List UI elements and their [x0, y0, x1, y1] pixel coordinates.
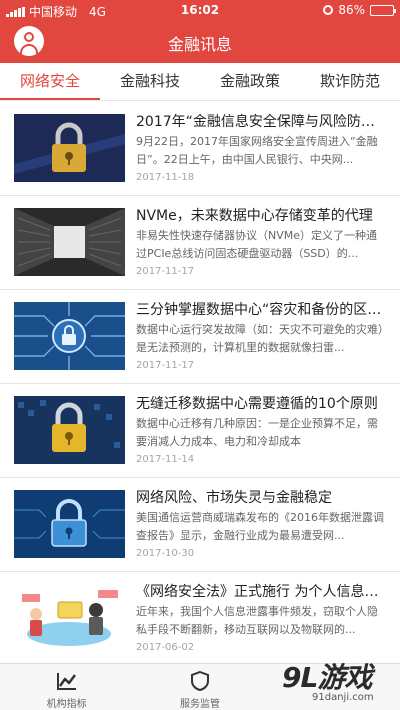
alarm-icon	[323, 5, 334, 15]
line-chart-icon	[56, 671, 78, 691]
article-title: 网络风险、市场失灵与金融稳定	[136, 490, 332, 506]
article-date: 2017-11-17	[136, 266, 195, 277]
article-thumbnail	[14, 302, 125, 370]
watermark-logo: 9L游戏	[282, 661, 372, 694]
article-title: 2017年“金融信息安全保障与风险防范...	[136, 114, 386, 130]
article-summary: 数据中心运行突发故障（如：天灾不可避免的灾难）是无法预测的，计算机里的数据就像扫…	[136, 323, 384, 354]
article-thumbnail	[14, 114, 125, 182]
battery-percent: 86%	[338, 3, 365, 17]
tab-network-security[interactable]: 网络安全	[0, 63, 100, 100]
article-date: 2017-11-14	[136, 454, 195, 465]
article-summary: 非易失性快速存储器协议（NVMe）定义了一种通过PCIe总线访问固态硬盘驱动器（…	[136, 229, 378, 260]
tab-fintech[interactable]: 金融科技	[100, 63, 200, 100]
article-date: 2017-11-17	[136, 360, 195, 371]
page-title: 金融讯息	[167, 35, 232, 54]
watermark-url: 91danji.com	[312, 692, 374, 703]
article-thumbnail	[14, 490, 125, 558]
article-title: 三分钟掌握数据中心“容灾和备份的区别”	[136, 302, 386, 318]
article-summary: 近年来，我国个人信息泄露事件频发，窃取个人隐私手段不断翻新，移动互联网以及物联网…	[136, 605, 378, 636]
article-thumbnail	[14, 208, 125, 276]
article-date: 2017-06-02	[136, 642, 195, 653]
article-item[interactable]: NVMe，未来数据中心存储变革的代理 非易失性快速存储器协议（NVMe）定义了一…	[0, 196, 400, 290]
status-right: 86%	[323, 3, 396, 17]
tab-fraud-prevention[interactable]: 欺诈防范	[300, 63, 400, 100]
article-item[interactable]: 2017年“金融信息安全保障与风险防范... 9月22日，2017年国家网络安全…	[0, 102, 400, 196]
article-title: 无缝迁移数据中心需要遵循的10个原则	[136, 396, 378, 412]
bottom-nav-indicators[interactable]: 机构指标	[0, 664, 133, 710]
article-summary: 9月22日，2017年国家网络安全宣传周进入“金融日”。22日上午，由中国人民银…	[136, 135, 378, 166]
tab-financial-policy[interactable]: 金融政策	[200, 63, 300, 100]
article-title: 《网络安全法》正式施行 为个人信息加...	[136, 584, 386, 600]
bottom-nav-label: 机构指标	[46, 699, 87, 710]
shield-icon	[189, 670, 211, 692]
status-bar: 中国移动 4G 16:02 86%	[0, 0, 400, 20]
article-summary: 美国通信运营商威瑞森发布的《2016年数据泄露调查报告》显示，金融行业成为最易遭…	[136, 511, 384, 542]
bottom-nav-label: 服务监管	[179, 699, 220, 710]
article-item[interactable]: 《网络安全法》正式施行 为个人信息加... 近年来，我国个人信息泄露事件频发，窃…	[0, 572, 400, 663]
article-item[interactable]: 无缝迁移数据中心需要遵循的10个原则 数据中心迁移有几种原因：一是企业预算不足，…	[0, 384, 400, 478]
article-title: NVMe，未来数据中心存储变革的代理	[136, 208, 373, 224]
article-item[interactable]: 三分钟掌握数据中心“容灾和备份的区别” 数据中心运行突发故障（如：天灾不可避免的…	[0, 290, 400, 384]
article-date: 2017-11-18	[136, 172, 195, 183]
site-watermark: 9L游戏 91danji.com	[282, 656, 386, 706]
article-list: 2017年“金融信息安全保障与风险防范... 9月22日，2017年国家网络安全…	[0, 102, 400, 663]
article-item[interactable]: 网络风险、市场失灵与金融稳定 美国通信运营商威瑞森发布的《2016年数据泄露调查…	[0, 478, 400, 572]
bottom-nav-supervision[interactable]: 服务监管	[133, 664, 266, 710]
article-date: 2017-10-30	[136, 548, 195, 559]
article-thumbnail	[14, 396, 125, 464]
category-tabs: 网络安全 金融科技 金融政策 欺诈防范	[0, 63, 400, 101]
battery-icon	[370, 4, 396, 16]
article-summary: 数据中心迁移有几种原因：一是企业预算不足，需要消减人力成本、电力和冷却成本	[136, 417, 378, 448]
header-bar: 金融讯息	[0, 20, 400, 63]
article-thumbnail	[14, 584, 125, 652]
